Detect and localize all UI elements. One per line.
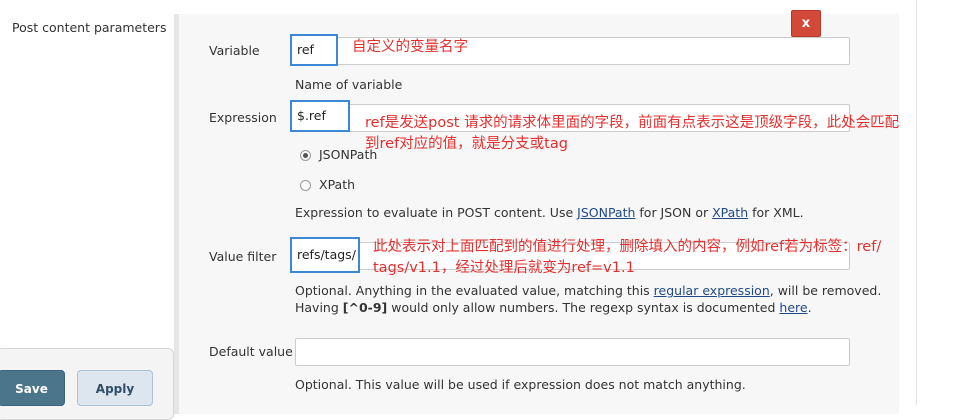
jsonpath-radio[interactable] — [300, 150, 311, 161]
value-filter-help-line1: Optional. Anything in the evaluated valu… — [295, 283, 881, 298]
regular-expression-link[interactable]: regular expression — [654, 283, 770, 298]
filter-annotation-line2: tags/v1.1，经过处理后就变为ref=v1.1 — [373, 260, 635, 276]
default-value-label: Default value — [209, 344, 293, 359]
value-filter-label: Value filter — [209, 249, 277, 264]
expression-label: Expression — [209, 110, 277, 125]
filter-annotation-line1: 此处表示对上面匹配到的值进行处理，删除填入的内容，例如ref若为标签：ref/ — [373, 239, 882, 255]
expression-annotation-line1: ref是发送post 请求的请求体里面的字段，前面有点表示这是顶级字段，此处会匹… — [365, 115, 900, 131]
help-text: for JSON or — [635, 205, 713, 220]
default-value-input[interactable] — [295, 338, 850, 366]
xpath-radio[interactable] — [300, 180, 311, 191]
jsonpath-link[interactable]: JSONPath — [577, 205, 635, 220]
help-text: Optional. Anything in the evaluated valu… — [295, 283, 654, 298]
value-filter-value[interactable]: refs/tags/ — [290, 237, 360, 273]
help-text: , will be removed. — [769, 283, 882, 298]
help-text: . — [807, 300, 812, 315]
variable-annotation: 自定义的变量名字 — [352, 39, 468, 55]
xpath-link[interactable]: XPath — [712, 205, 748, 220]
regex-example: [^0-9] — [342, 300, 388, 315]
delete-parameter-button[interactable]: x — [791, 10, 821, 37]
apply-button[interactable]: Apply — [77, 370, 153, 406]
help-text: would only allow numbers. The regexp syn… — [387, 300, 780, 315]
variable-value[interactable]: ref — [290, 34, 338, 66]
regexp-docs-link[interactable]: here — [779, 300, 807, 315]
variable-label: Variable — [209, 43, 260, 58]
xpath-radio-label[interactable]: XPath — [319, 177, 355, 192]
divider — [916, 0, 917, 405]
expression-annotation-line2: 到ref对应的值，就是分支或tag — [365, 136, 568, 152]
expression-value[interactable]: $.ref — [290, 100, 350, 132]
value-filter-help-line2: Having [^0-9] would only allow numbers. … — [295, 300, 812, 315]
help-text: for XML. — [748, 205, 804, 220]
variable-help: Name of variable — [295, 77, 403, 92]
section-label: Post content parameters — [12, 20, 167, 35]
save-button[interactable]: Save — [0, 370, 65, 406]
help-text: Expression to evaluate in POST content. … — [295, 205, 578, 220]
expression-help: Expression to evaluate in POST content. … — [295, 205, 804, 220]
help-text: Having — [295, 300, 343, 315]
right-margin — [903, 0, 971, 405]
default-value-help: Optional. This value will be used if exp… — [295, 377, 746, 392]
